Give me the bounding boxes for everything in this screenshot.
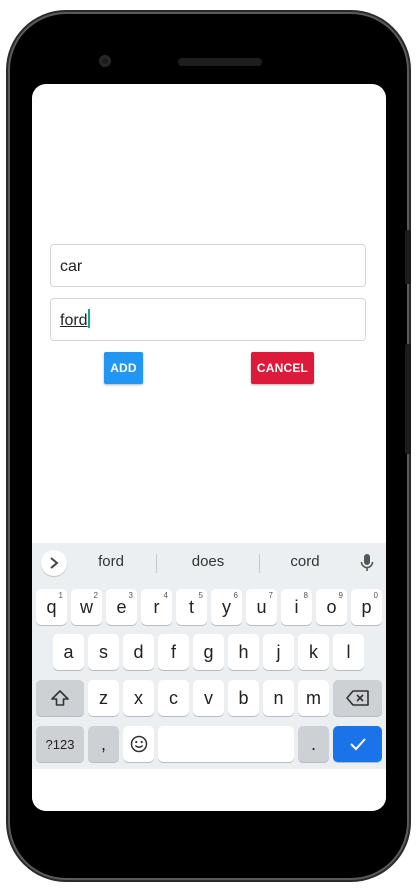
- key-hint: 3: [128, 591, 133, 600]
- key-h[interactable]: h: [228, 634, 259, 670]
- key-hint: 4: [163, 591, 168, 600]
- suggestion-2[interactable]: does: [178, 553, 238, 570]
- key-hint: 7: [268, 591, 273, 600]
- key-label: p: [361, 596, 372, 617]
- expand-toolbar-button[interactable]: [41, 550, 67, 576]
- key-label: r: [153, 596, 160, 617]
- volume-button: [405, 230, 411, 284]
- key-label: o: [326, 596, 337, 617]
- key-c[interactable]: c: [158, 680, 189, 716]
- text-input-2[interactable]: ford: [50, 298, 366, 341]
- key-w[interactable]: w2: [71, 589, 102, 625]
- key-e[interactable]: e3: [106, 589, 137, 625]
- key-label: e: [116, 596, 127, 617]
- emoji-key[interactable]: [123, 726, 154, 762]
- key-label: t: [188, 596, 194, 617]
- symbols-key[interactable]: ?123: [36, 726, 84, 762]
- period-key[interactable]: .: [298, 726, 329, 762]
- key-u[interactable]: u7: [246, 589, 277, 625]
- key-z[interactable]: z: [88, 680, 119, 716]
- key-hint: 9: [338, 591, 343, 600]
- navigation-bar-area: [32, 769, 386, 811]
- backspace-key[interactable]: [333, 680, 382, 716]
- shift-icon: [51, 690, 69, 706]
- key-m[interactable]: m: [298, 680, 329, 716]
- key-t[interactable]: t5: [176, 589, 207, 625]
- key-s[interactable]: s: [88, 634, 119, 670]
- key-y[interactable]: y6: [211, 589, 242, 625]
- shift-key[interactable]: [36, 680, 84, 716]
- key-o[interactable]: o9: [316, 589, 347, 625]
- checkmark-icon: [349, 738, 366, 751]
- key-l[interactable]: l: [333, 634, 364, 670]
- key-label: y: [222, 596, 231, 617]
- key-label: u: [256, 596, 267, 617]
- key-i[interactable]: i8: [281, 589, 312, 625]
- key-hint: 2: [93, 591, 98, 600]
- key-hint: 8: [303, 591, 308, 600]
- voice-input-button[interactable]: [360, 553, 376, 573]
- key-v[interactable]: v: [193, 680, 224, 716]
- spacebar-key[interactable]: [158, 726, 294, 762]
- chevron-right-icon: [50, 557, 59, 569]
- suggestion-3[interactable]: cord: [276, 553, 334, 570]
- front-camera: [99, 55, 111, 67]
- key-r[interactable]: r4: [141, 589, 172, 625]
- key-a[interactable]: a: [53, 634, 84, 670]
- suggestion-divider: [259, 554, 260, 573]
- key-label: q: [46, 596, 57, 617]
- key-f[interactable]: f: [158, 634, 189, 670]
- power-button: [405, 344, 411, 454]
- enter-key[interactable]: [333, 726, 382, 762]
- suggestion-1[interactable]: ford: [82, 553, 140, 570]
- key-x[interactable]: x: [123, 680, 154, 716]
- key-k[interactable]: k: [298, 634, 329, 670]
- key-label: w: [80, 596, 93, 617]
- key-b[interactable]: b: [228, 680, 259, 716]
- suggestion-divider: [156, 554, 157, 573]
- key-q[interactable]: q1: [36, 589, 67, 625]
- soft-keyboard: ford does cord q1 w2 e3 r4 t5 y6 u7 i8 o…: [32, 543, 386, 769]
- key-n[interactable]: n: [263, 680, 294, 716]
- key-p[interactable]: p0: [351, 589, 382, 625]
- key-hint: 0: [373, 591, 378, 600]
- comma-key[interactable]: ,: [88, 726, 119, 762]
- text-input-1[interactable]: car: [50, 244, 366, 287]
- emoji-icon: [130, 735, 147, 753]
- input-1-value: car: [60, 258, 83, 275]
- earpiece-speaker: [178, 58, 262, 66]
- key-g[interactable]: g: [193, 634, 224, 670]
- key-j[interactable]: j: [263, 634, 294, 670]
- suggestion-bar: ford does cord: [32, 543, 386, 583]
- key-label: i: [294, 596, 299, 617]
- key-hint: 5: [198, 591, 203, 600]
- cancel-button[interactable]: CANCEL: [251, 352, 314, 384]
- backspace-icon: [345, 690, 369, 706]
- input-2-value: ford: [60, 312, 88, 329]
- key-d[interactable]: d: [123, 634, 154, 670]
- app-screen: car ford ADD CANCEL ford does cord q 1 w…: [32, 84, 386, 811]
- add-button[interactable]: ADD: [104, 352, 143, 384]
- microphone-icon: [360, 554, 374, 571]
- text-cursor: [87, 309, 90, 328]
- key-hint: 6: [233, 591, 238, 600]
- key-hint: 1: [58, 591, 63, 600]
